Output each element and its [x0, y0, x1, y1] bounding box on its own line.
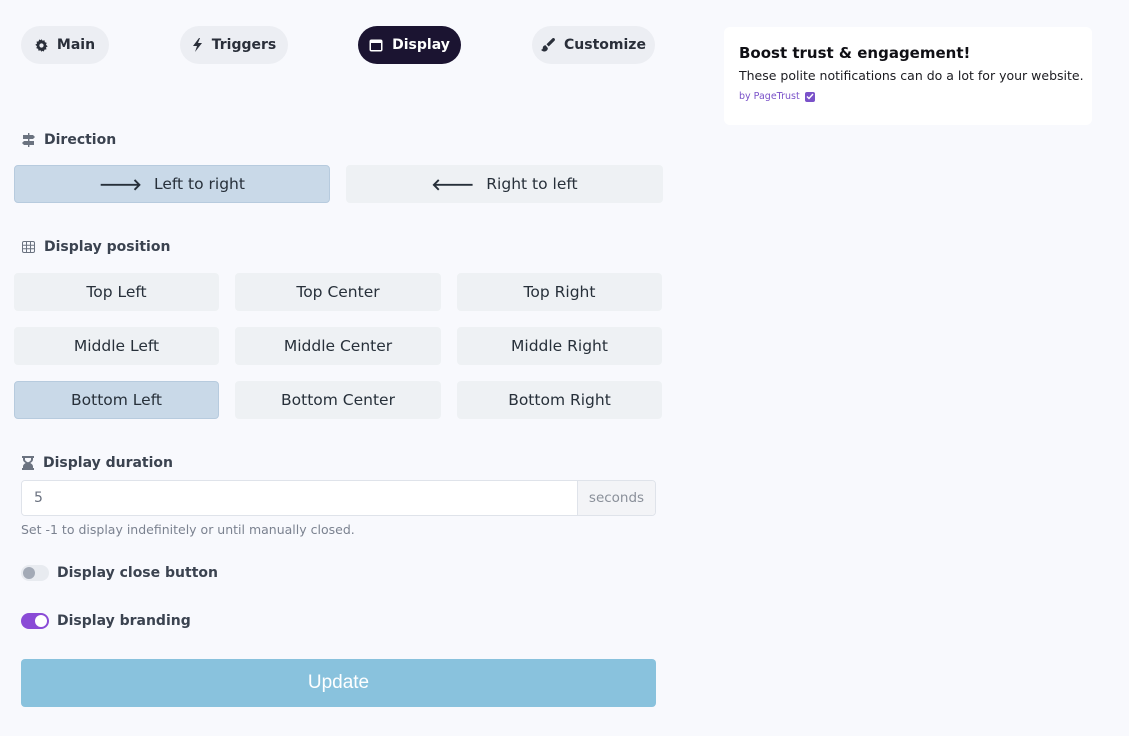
duration-heading: Display duration — [22, 455, 173, 471]
hourglass-icon — [22, 456, 34, 470]
position-option-label: Top Right — [523, 283, 596, 301]
branding-toggle-row: Display branding — [21, 613, 191, 629]
position-top-right-button[interactable]: Top Right — [457, 273, 662, 311]
arrow-left-icon: 🡐 — [431, 175, 475, 194]
direction-left-to-right-label: Left to right — [153, 175, 245, 193]
tab-triggers[interactable]: Triggers — [180, 26, 288, 64]
position-option-label: Bottom Right — [508, 391, 611, 409]
position-option-label: Middle Left — [73, 337, 160, 355]
position-top-left-button[interactable]: Top Left — [14, 273, 219, 311]
arrow-right-icon: 🡒 — [99, 175, 142, 194]
direction-heading: Direction — [22, 132, 116, 148]
window-icon — [369, 39, 383, 52]
notification-preview: Boost trust & engagement! These polite n… — [724, 27, 1092, 125]
update-button[interactable]: Update — [21, 659, 656, 707]
tab-display[interactable]: Display — [358, 26, 461, 64]
position-option-label: Middle Center — [283, 337, 393, 355]
position-bottom-center-button[interactable]: Bottom Center — [235, 381, 441, 419]
preview-brand-text: by PageTrust — [739, 91, 800, 102]
tab-customize-label: Customize — [564, 37, 646, 53]
position-middle-right-button[interactable]: Middle Right — [457, 327, 662, 365]
position-label: Display position — [44, 239, 171, 255]
duration-label: Display duration — [43, 455, 174, 471]
tab-triggers-label: Triggers — [211, 37, 277, 53]
position-heading: Display position — [22, 239, 170, 255]
preview-title: Boost trust & engagement! — [739, 44, 971, 62]
preview-branding[interactable]: by PageTrust — [739, 91, 1077, 102]
position-top-center-button[interactable]: Top Center — [235, 273, 441, 311]
signpost-icon — [22, 133, 35, 147]
position-option-label: Bottom Left — [71, 391, 162, 409]
position-option-label: Top Left — [86, 283, 147, 301]
close-button-toggle-row: Display close button — [21, 565, 218, 581]
direction-right-to-left-label: Right to left — [486, 175, 578, 193]
position-option-label: Top Center — [296, 283, 380, 301]
check-badge-icon — [804, 91, 815, 102]
position-bottom-right-button[interactable]: Bottom Right — [457, 381, 662, 419]
position-middle-left-button[interactable]: Middle Left — [14, 327, 219, 365]
tab-display-label: Display — [392, 37, 450, 53]
grid-icon — [22, 241, 35, 253]
branding-label: Display branding — [57, 613, 191, 629]
direction-left-to-right-button[interactable]: 🡒 Left to right — [14, 165, 330, 203]
duration-input-group: seconds — [21, 480, 656, 516]
preview-description: These polite notifications can do a lot … — [739, 68, 1084, 83]
tab-customize[interactable]: Customize — [532, 26, 655, 64]
brush-icon — [541, 38, 555, 52]
tab-main[interactable]: Main — [21, 26, 109, 64]
gear-icon — [35, 38, 48, 52]
bolt-icon — [192, 38, 203, 52]
duration-help-text: Set -1 to display indefinitely or until … — [21, 522, 355, 537]
close-button-toggle[interactable] — [21, 565, 49, 581]
duration-unit: seconds — [577, 481, 655, 515]
position-bottom-left-button[interactable]: Bottom Left — [14, 381, 219, 419]
direction-label: Direction — [44, 132, 117, 148]
branding-toggle[interactable] — [21, 613, 49, 629]
position-option-label: Middle Right — [511, 337, 608, 355]
position-option-label: Bottom Center — [281, 391, 395, 409]
position-middle-center-button[interactable]: Middle Center — [235, 327, 441, 365]
duration-input[interactable] — [22, 481, 577, 515]
tab-main-label: Main — [56, 37, 96, 53]
close-button-label: Display close button — [57, 565, 218, 581]
direction-right-to-left-button[interactable]: 🡐 Right to left — [346, 165, 663, 203]
